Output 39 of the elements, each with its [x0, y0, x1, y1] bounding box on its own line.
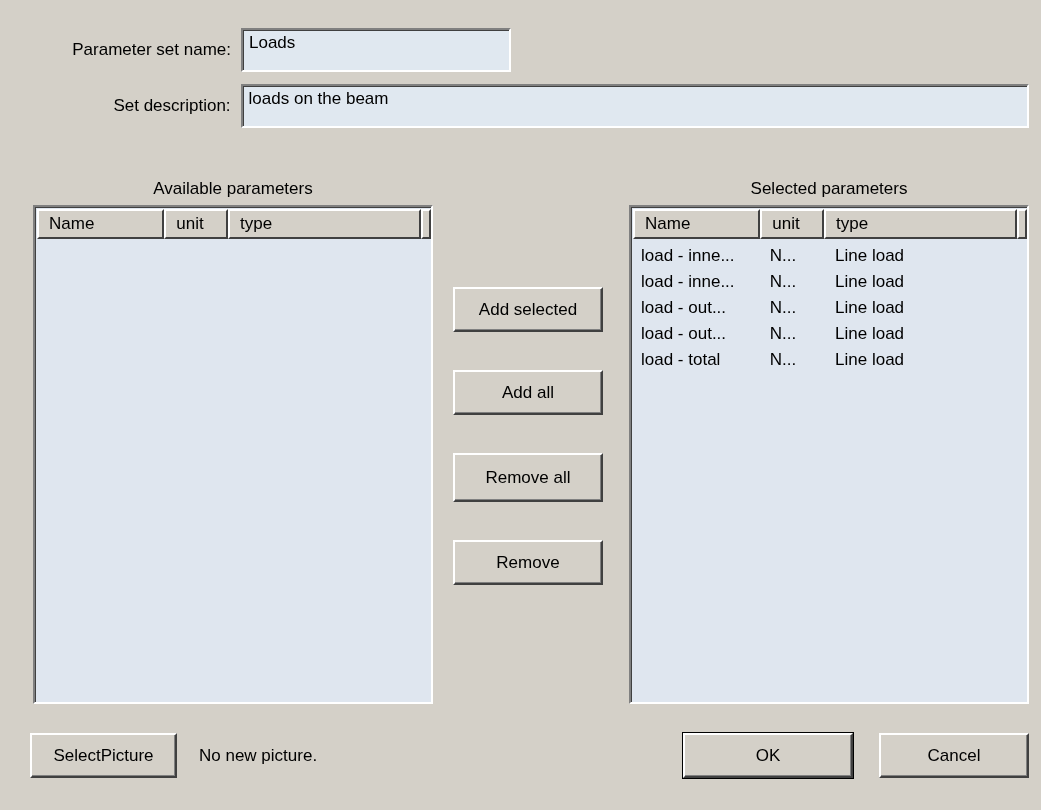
- table-cell-text: load - total: [640, 349, 722, 371]
- table-cell-text: load - inne...: [640, 271, 736, 293]
- table-cell-text: load - inne...: [640, 245, 736, 267]
- table-cell-text: N...: [768, 297, 798, 319]
- column-header[interactable]: type: [228, 209, 422, 239]
- select-picture-button[interactable]: SelectPicture: [30, 733, 177, 778]
- parameter-list[interactable]: Name unit type: [33, 205, 433, 704]
- picture-status: No new picture.: [199, 745, 318, 766]
- table-cell-text: N...: [768, 323, 798, 345]
- ok-button[interactable]: OK: [683, 733, 853, 778]
- field-label: Set description:: [112, 96, 231, 116]
- text-field[interactable]: Loads: [241, 28, 511, 72]
- text-field[interactable]: loads on the beam: [240, 84, 1029, 128]
- column-header[interactable]: type: [824, 209, 1018, 239]
- table-cell-text: Line load: [834, 349, 906, 371]
- table-cell-text: load - out...: [640, 323, 728, 345]
- table-cell-text: load - out...: [640, 297, 728, 319]
- action-button[interactable]: Add all: [453, 370, 603, 415]
- column-header[interactable]: Name: [633, 209, 761, 239]
- table-cell-text: Line load: [834, 271, 906, 293]
- field-label: Parameter set name:: [71, 40, 231, 60]
- column-header[interactable]: unit: [760, 209, 825, 239]
- table-cell-text: N...: [768, 349, 798, 371]
- header-filler: [1017, 209, 1027, 239]
- action-button[interactable]: Add selected: [453, 287, 603, 332]
- column-header[interactable]: unit: [164, 209, 229, 239]
- table-cell-text: Line load: [834, 297, 906, 319]
- list-title: Available parameters: [153, 179, 313, 199]
- table-cell-text: N...: [768, 245, 798, 267]
- list-title: Selected parameters: [750, 179, 908, 199]
- action-button[interactable]: Remove all: [453, 453, 603, 502]
- table-cell-text: Line load: [834, 245, 906, 267]
- table-cell-text: N...: [768, 271, 798, 293]
- header-filler: [421, 209, 431, 239]
- table-cell-text: Line load: [834, 323, 906, 345]
- parameter-list[interactable]: Name unit type load - inne... N... Line load load - inne... N... Line load load - out... N... Line load load - out... N... Line load load - total N... Line load: [629, 205, 1029, 704]
- cancel-button[interactable]: Cancel: [879, 733, 1029, 778]
- action-button[interactable]: Remove: [453, 540, 603, 585]
- column-header[interactable]: Name: [37, 209, 165, 239]
